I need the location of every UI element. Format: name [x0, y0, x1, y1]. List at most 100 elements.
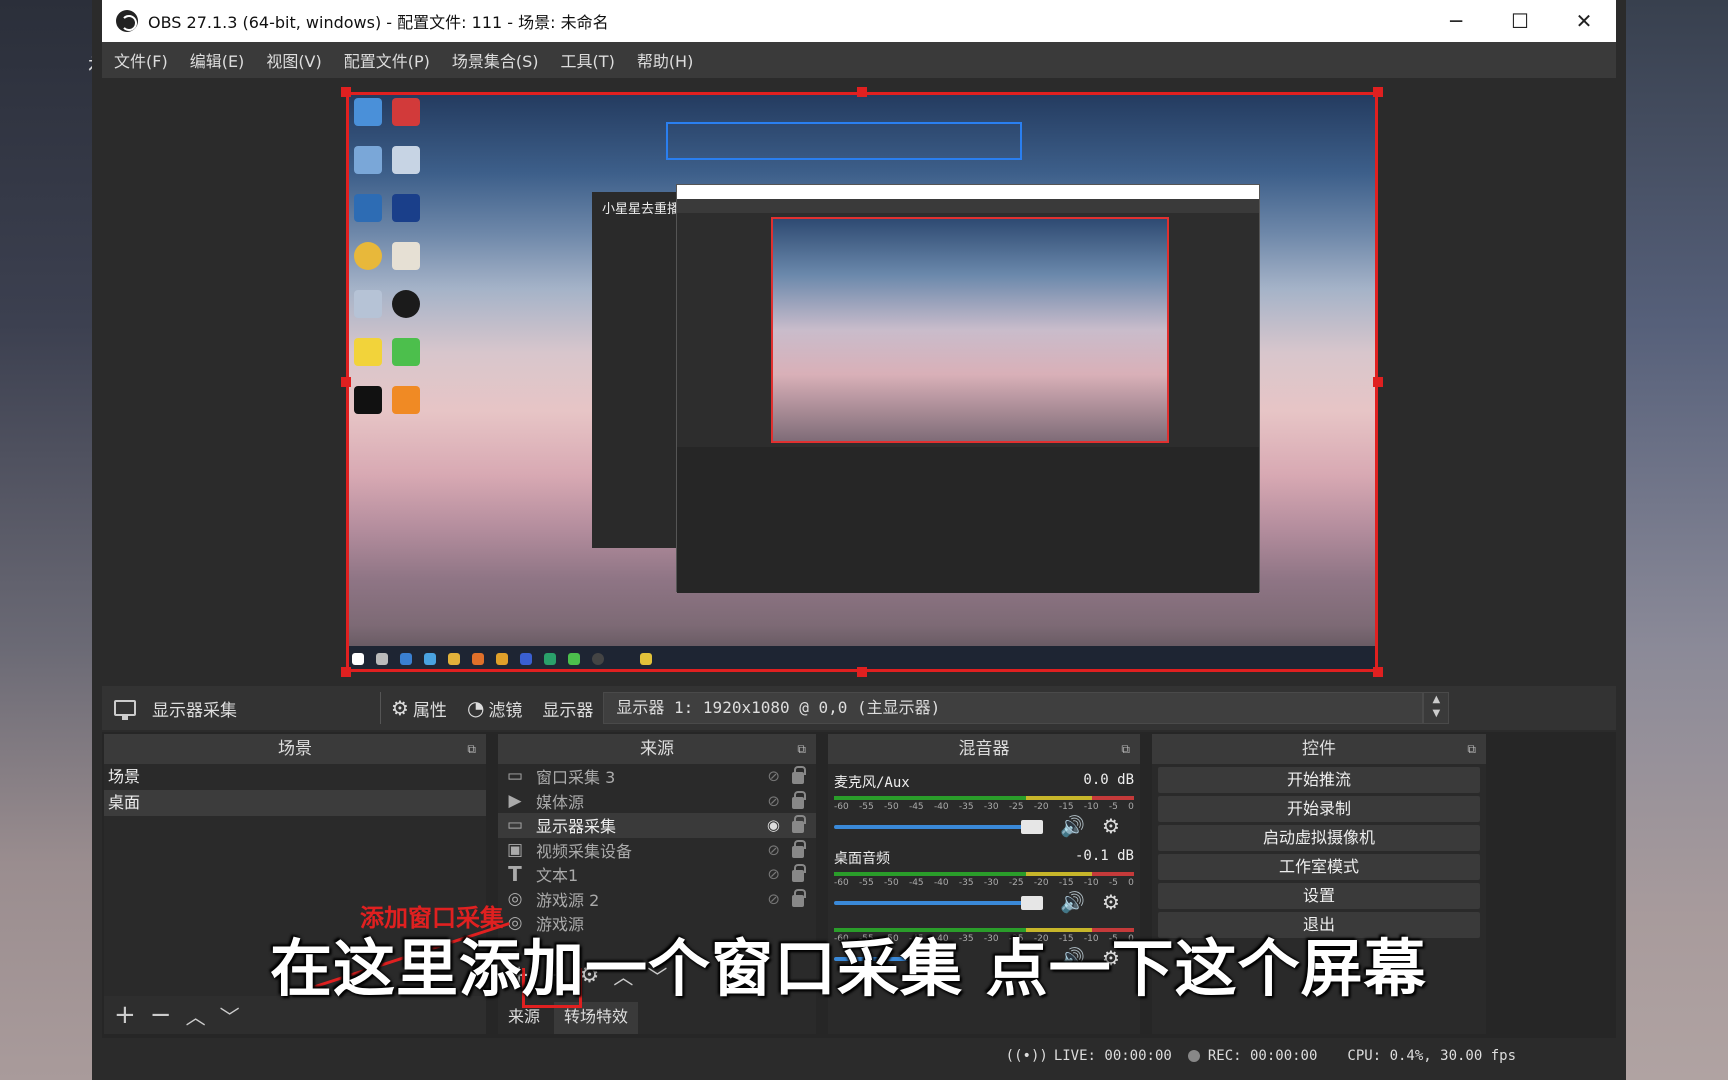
meter-tick: -55 [858, 802, 874, 812]
source-item[interactable]: ▶ 媒体源 ⊘ [498, 789, 816, 814]
volume-slider[interactable] [834, 901, 1030, 905]
wechat-icon [392, 338, 420, 366]
taskbar-app-icon [520, 653, 532, 665]
taskbar-app-icon [400, 653, 412, 665]
source-item[interactable]: ▭ 窗口采集 3 ⊘ [498, 764, 816, 789]
file-icon [392, 146, 420, 174]
minimize-button[interactable]: ─ [1424, 0, 1488, 42]
channel-name: 麦克风/Aux [834, 775, 910, 791]
channel-db: 0.0 dB [1083, 772, 1134, 788]
gamepad-icon: ◎ [507, 888, 523, 909]
close-button[interactable]: ✕ [1552, 0, 1616, 42]
menu-bar: 文件(F) 编辑(E) 视图(V) 配置文件(P) 场景集合(S) 工具(T) … [102, 42, 1616, 78]
meter-tick: -15 [1058, 802, 1074, 812]
meter-tick: -25 [1008, 878, 1024, 888]
volume-slider-handle[interactable] [1021, 896, 1044, 910]
scene-item[interactable]: 场景 [104, 764, 486, 790]
rec-status: REC: 00:00:00 [1207, 1048, 1318, 1064]
menu-help[interactable]: 帮助(H) [637, 48, 694, 72]
meter-tick: -55 [858, 878, 874, 888]
filters-button[interactable]: ◔ 滤镜 [467, 696, 522, 721]
volume-meter [834, 796, 1134, 800]
menu-file[interactable]: 文件(F) [114, 48, 168, 72]
resize-handle[interactable] [857, 667, 867, 677]
gear-icon[interactable]: ⚙ [1102, 890, 1120, 914]
source-item[interactable]: T 文本1 ⊘ [498, 862, 816, 887]
resize-handle[interactable] [341, 667, 351, 677]
menu-tools[interactable]: 工具(T) [561, 48, 615, 72]
undock-icon[interactable]: ⧉ [797, 734, 806, 764]
display-select[interactable]: 显示器 1: 1920x1080 @ 0,0 (主显示器) [603, 692, 1424, 724]
scene-item[interactable]: 桌面 [104, 790, 486, 816]
taskbar-app-icon [544, 653, 556, 665]
selected-source-name: 显示器采集 [152, 700, 237, 721]
visibility-hidden-icon[interactable]: ⊘ [767, 890, 780, 908]
menu-view[interactable]: 视图(V) [266, 48, 321, 72]
lock-icon[interactable] [792, 766, 806, 784]
monitor-icon [114, 700, 136, 720]
meter-tick: -40 [933, 878, 949, 888]
resize-handle[interactable] [341, 377, 351, 387]
source-item[interactable]: ▣ 视频采集设备 ⊘ [498, 838, 816, 863]
resize-handle[interactable] [1373, 87, 1383, 97]
maximize-button[interactable]: ☐ [1488, 0, 1552, 42]
obs-logo-icon [116, 10, 138, 32]
settings-button[interactable]: 设置 [1158, 883, 1480, 909]
mixer-channel: 桌面音频 -0.1 dB -60 -55 -50 -45 -40 -35 -30 -25 -20-… [828, 840, 1140, 916]
status-bar: ((•)) LIVE: 00:00:00 REC: 00:00:00 CPU: … [102, 1040, 1616, 1072]
move-down-button[interactable]: ﹀ [220, 1001, 240, 1030]
resize-handle[interactable] [857, 87, 867, 97]
menu-edit[interactable]: 编辑(E) [190, 48, 245, 72]
visibility-icon[interactable]: ◉ [767, 816, 780, 834]
source-toolbar: 显示器采集 ⚙ 属性 ◔ 滤镜 显示器 显示器 1: 1920x1080 @ 0,0… [102, 686, 1616, 730]
capcut-icon [354, 386, 382, 414]
app-icon [392, 194, 420, 222]
remove-scene-button[interactable]: − [150, 1000, 172, 1030]
scenes-title: 场景 [278, 739, 312, 759]
gear-icon[interactable]: ⚙ [1102, 814, 1120, 838]
file-icon [354, 290, 382, 318]
display-select-spinner[interactable]: ▲ ▼ [1423, 692, 1450, 724]
display-label: 显示器 [542, 700, 594, 721]
resize-handle[interactable] [1373, 667, 1383, 677]
desktop-capture-preview[interactable]: 小星星去重播 [346, 92, 1378, 672]
meter-tick: -50 [883, 878, 899, 888]
recycle-bin-icon [354, 146, 382, 174]
undock-icon[interactable]: ⧉ [467, 734, 476, 764]
start-streaming-button[interactable]: 开始推流 [1158, 767, 1480, 793]
speaker-icon[interactable]: 🔊 [1060, 890, 1085, 914]
add-scene-button[interactable]: + [114, 1000, 136, 1030]
volume-slider[interactable] [834, 825, 1030, 829]
start-virtual-camera-button[interactable]: 启动虚拟摄像机 [1158, 825, 1480, 851]
speaker-icon[interactable]: 🔊 [1060, 814, 1085, 838]
move-up-button[interactable]: ︿ [186, 1001, 206, 1030]
menu-profile[interactable]: 配置文件(P) [344, 48, 430, 72]
taskbar-app-icon [424, 653, 436, 665]
lock-icon[interactable] [792, 815, 806, 833]
gear-icon: ⚙ [391, 696, 409, 720]
visibility-hidden-icon[interactable]: ⊘ [767, 841, 780, 859]
volume-slider-handle[interactable] [1021, 820, 1044, 834]
lock-icon[interactable] [792, 864, 806, 882]
resize-handle[interactable] [341, 87, 351, 97]
studio-mode-button[interactable]: 工作室模式 [1158, 854, 1480, 880]
meter-tick: -45 [908, 802, 924, 812]
source-item[interactable]: ◎ 游戏源 2 ⊘ [498, 887, 816, 912]
source-item[interactable]: ▭ 显示器采集 ◉ [498, 813, 816, 838]
menu-scene-collection[interactable]: 场景集合(S) [452, 48, 539, 72]
meter-tick: -20 [1033, 802, 1049, 812]
preview-area[interactable]: 小星星去重播 [102, 78, 1616, 686]
visibility-hidden-icon[interactable]: ⊘ [767, 792, 780, 810]
properties-button[interactable]: ⚙ 属性 [391, 696, 447, 721]
undock-icon[interactable]: ⧉ [1467, 734, 1476, 764]
visibility-hidden-icon[interactable]: ⊘ [767, 865, 780, 883]
lock-icon[interactable] [792, 839, 806, 858]
undock-icon[interactable]: ⧉ [1121, 734, 1130, 764]
lock-icon[interactable] [792, 888, 806, 907]
start-recording-button[interactable]: 开始录制 [1158, 796, 1480, 822]
nested-preview [771, 217, 1169, 443]
live-icon: ((•)) [1005, 1048, 1048, 1064]
visibility-hidden-icon[interactable]: ⊘ [767, 767, 780, 785]
lock-icon[interactable] [792, 790, 806, 809]
resize-handle[interactable] [1373, 377, 1383, 387]
